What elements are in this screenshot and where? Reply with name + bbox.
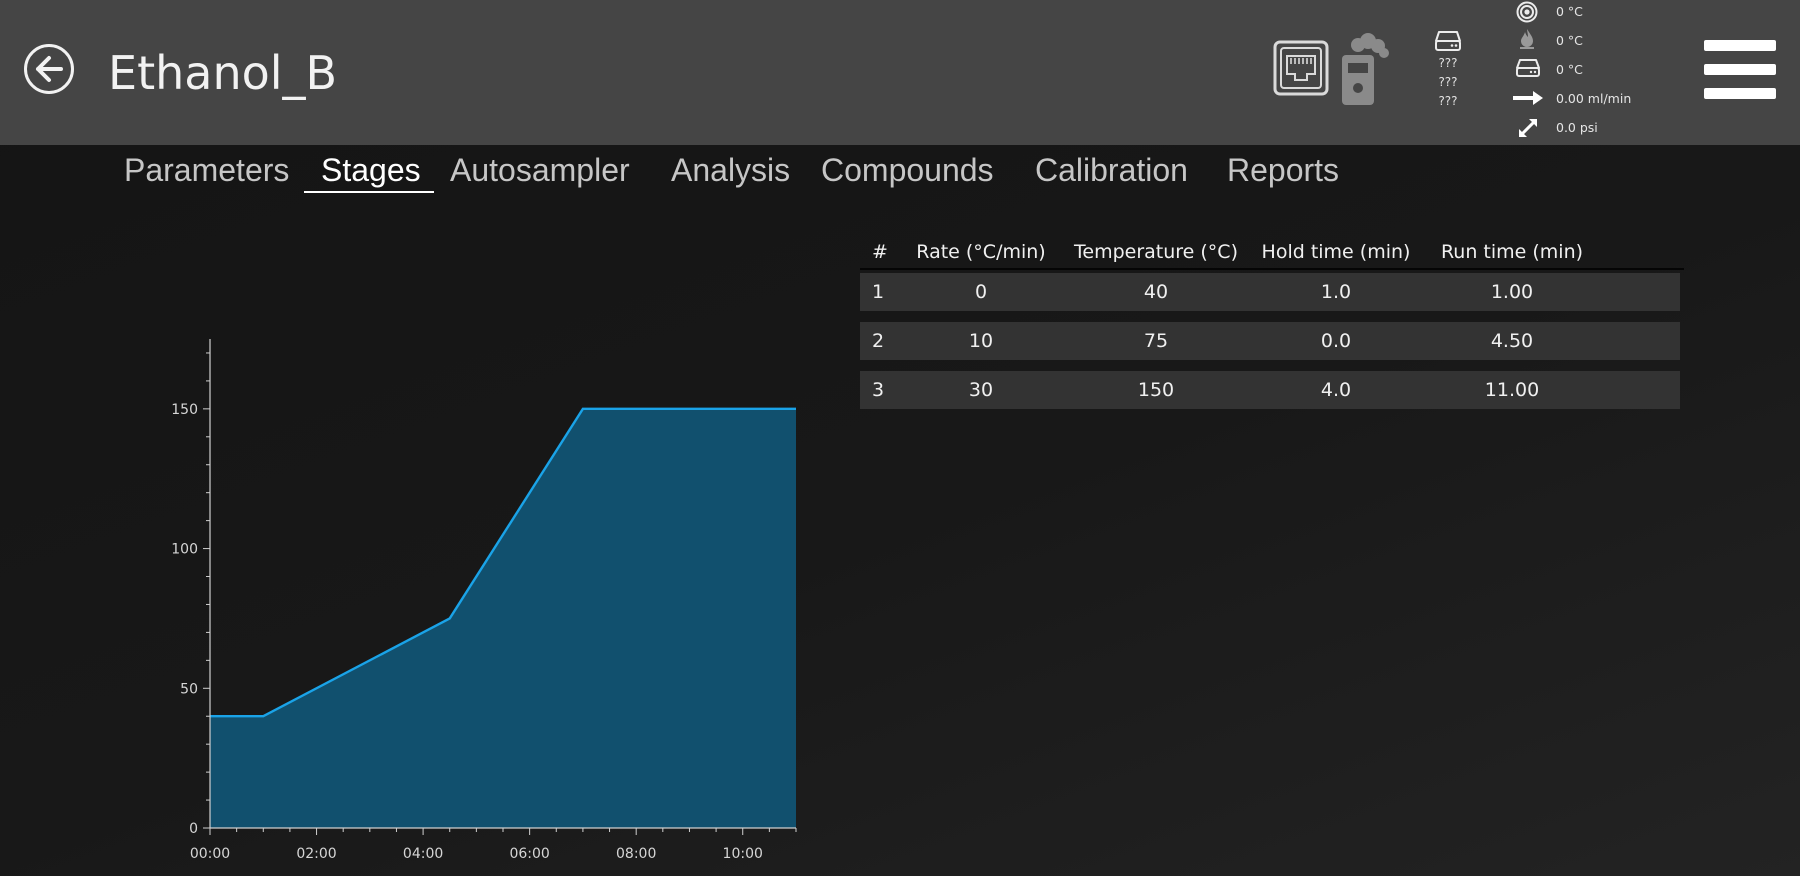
cell-rate: 0	[974, 281, 988, 303]
stages-table: # Rate (°C/min) Temperature (°C) Hold ti…	[860, 236, 1684, 409]
cell-number: 3	[872, 379, 885, 401]
flow-value: 0.00 ml/min	[1556, 91, 1632, 106]
tab-reports[interactable]: Reports	[1227, 150, 1339, 190]
device-status-2: ???	[1438, 75, 1458, 89]
x-tick-label: 06:00	[509, 846, 549, 862]
x-tick-label: 10:00	[723, 846, 763, 862]
tab-parameters[interactable]: Parameters	[124, 150, 289, 190]
tab-analysis[interactable]: Analysis	[671, 150, 790, 190]
flow-arrow-icon	[1513, 91, 1543, 105]
device-status-3: ???	[1438, 94, 1458, 108]
pressure-value: 0.0 psi	[1556, 120, 1598, 135]
column-target-icon	[1516, 1, 1538, 23]
header-run-time: Run time (min)	[1440, 241, 1584, 263]
cell-temperature: 75	[1143, 330, 1169, 352]
cell-run-time: 11.00	[1484, 379, 1540, 401]
cell-temperature: 40	[1143, 281, 1169, 303]
cell-hold-time: 0.0	[1320, 330, 1352, 352]
temperature-program-chart: 0 50 100 150 00:00 02:00 04:00 06:00 08:00 10:00	[171, 339, 797, 862]
table-row[interactable]: 1 0 40 1.0 1.00	[860, 273, 1680, 311]
pressure-expand-icon	[1518, 118, 1538, 138]
page-title: Ethanol_B	[108, 46, 338, 100]
ethernet-icon[interactable]	[1273, 40, 1329, 96]
x-tick-label: 00:00	[190, 846, 230, 862]
flame-icon	[1520, 29, 1534, 49]
table-row[interactable]: 2 10 75 0.0 4.50	[860, 322, 1680, 360]
hamburger-menu-icon[interactable]	[1704, 40, 1776, 102]
cell-hold-time: 1.0	[1320, 281, 1352, 303]
y-tick-label: 100	[171, 542, 198, 558]
x-tick-label: 04:00	[403, 846, 443, 862]
drive-icon	[1435, 31, 1461, 51]
top-bar: Ethanol_B ??? ??? ??? 0 °C 0 °C 0 °C 0.0…	[0, 0, 1800, 145]
arrow-left-icon	[36, 56, 63, 82]
x-tick-label: 08:00	[616, 846, 656, 862]
tab-calibration[interactable]: Calibration	[1035, 150, 1188, 190]
cell-number: 1	[872, 281, 885, 303]
cell-run-time: 4.50	[1490, 330, 1534, 352]
y-tick-label: 50	[180, 681, 198, 697]
tab-autosampler[interactable]: Autosampler	[450, 150, 630, 190]
gc-device-icon[interactable]	[1338, 33, 1390, 107]
cell-rate: 30	[968, 379, 994, 401]
header-number: #	[872, 241, 888, 263]
tab-stages[interactable]: Stages	[321, 150, 421, 190]
device-status-group: ??? ??? ???	[1428, 30, 1468, 111]
detector-drive-icon	[1516, 59, 1540, 77]
back-button[interactable]	[24, 44, 74, 94]
cell-temperature: 150	[1137, 379, 1175, 401]
tab-compounds[interactable]: Compounds	[821, 150, 994, 190]
active-tab-indicator	[304, 191, 434, 193]
x-tick-label: 02:00	[296, 846, 336, 862]
table-row[interactable]: 3 30 150 4.0 11.00	[860, 371, 1680, 409]
cell-rate: 10	[968, 330, 994, 352]
y-tick-label: 0	[189, 821, 198, 837]
temperature-area	[210, 408, 796, 828]
y-tick-label: 150	[171, 402, 198, 418]
header-temperature: Temperature (°C)	[1074, 241, 1238, 263]
cell-run-time: 1.00	[1490, 281, 1534, 303]
cell-number: 2	[872, 330, 885, 352]
table-header: # Rate (°C/min) Temperature (°C) Hold ti…	[860, 236, 1684, 270]
cell-hold-time: 4.0	[1320, 379, 1352, 401]
detector-temp-value: 0 °C	[1556, 62, 1583, 77]
device-status-1: ???	[1438, 56, 1458, 70]
injector-temp-value: 0 °C	[1556, 33, 1583, 48]
header-rate: Rate (°C/min)	[916, 241, 1046, 263]
column-temp-value: 0 °C	[1556, 4, 1583, 19]
header-hold-time: Hold time (min)	[1261, 241, 1411, 263]
